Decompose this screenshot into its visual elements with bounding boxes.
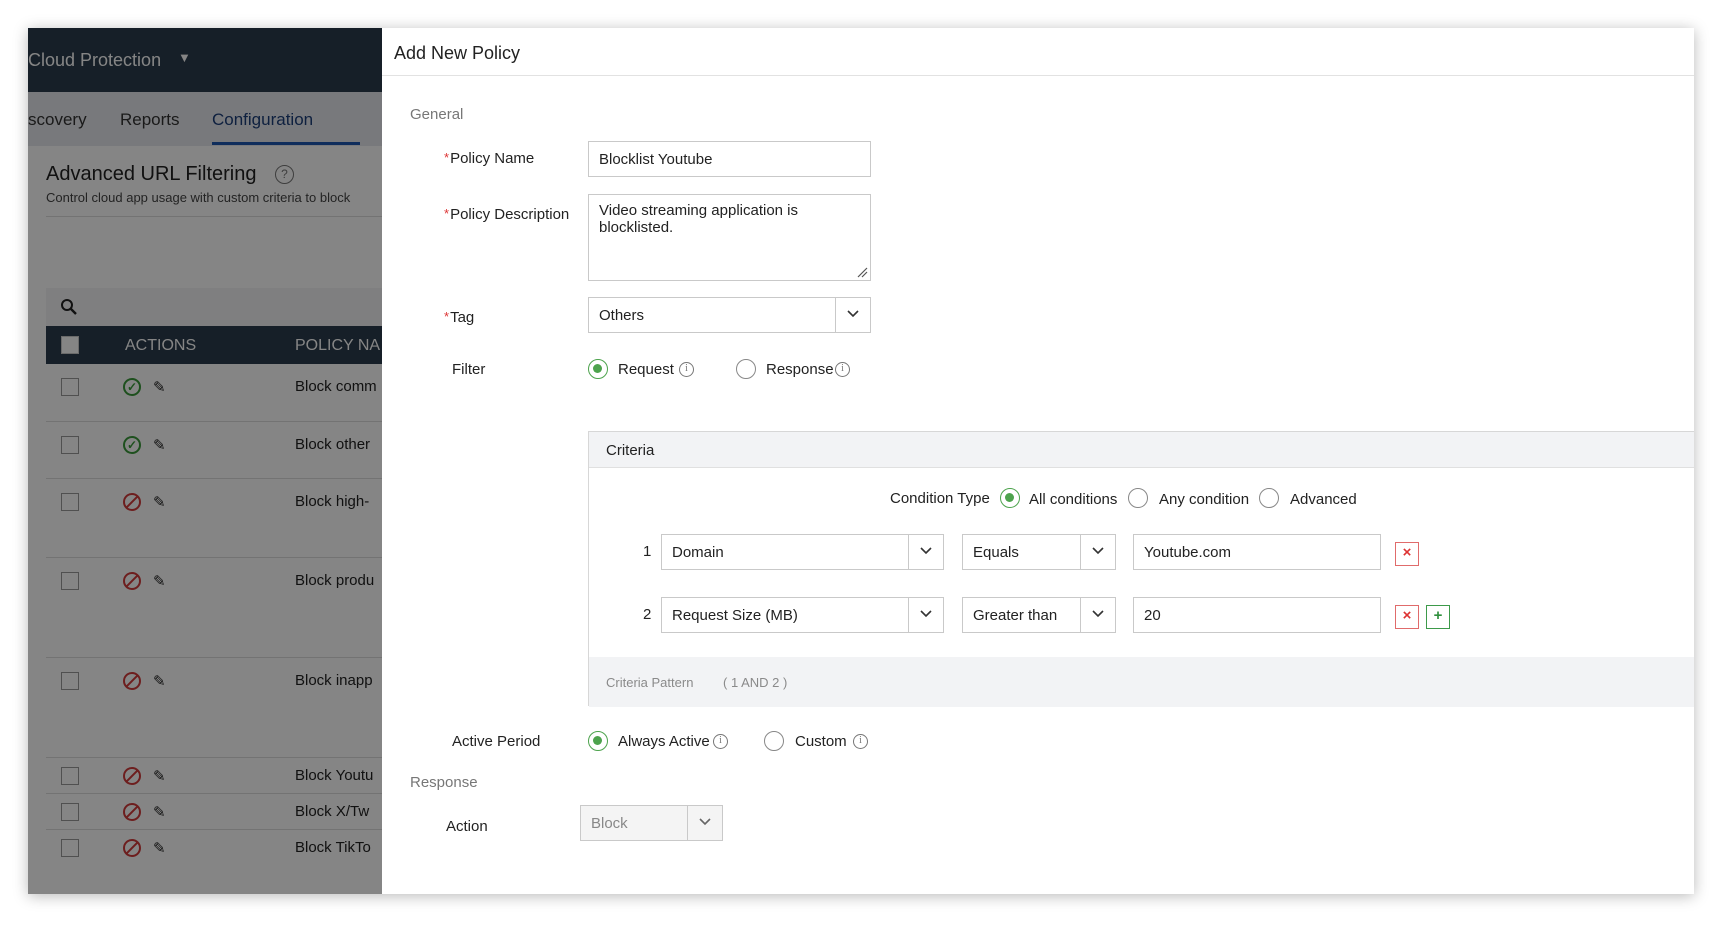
panel-header: Add New Policy — [382, 28, 1694, 76]
add-policy-panel: Add New Policy General *Policy Name Bloc… — [382, 28, 1694, 894]
policy-description-label: *Policy Description — [444, 206, 570, 223]
active-period-label: Active Period — [452, 733, 541, 750]
tag-label: *Tag — [444, 309, 475, 326]
criteria-operator-value: Greater than — [973, 607, 1058, 624]
condition-advanced-label[interactable]: Advanced — [1290, 491, 1357, 508]
action-select-value: Block — [591, 815, 628, 832]
info-icon[interactable]: i — [853, 734, 868, 749]
criteria-field-value: Domain — [672, 544, 724, 561]
info-icon[interactable]: i — [713, 734, 728, 749]
chevron-down-icon[interactable] — [908, 535, 943, 569]
criteria-operator-value: Equals — [973, 544, 1019, 561]
chevron-down-icon[interactable] — [908, 598, 943, 632]
criteria-box: Criteria Condition Type All conditions A… — [588, 431, 1694, 707]
condition-any-label[interactable]: Any condition — [1159, 491, 1249, 508]
filter-request-label[interactable]: Request — [618, 361, 674, 378]
condition-all-radio[interactable] — [1000, 488, 1020, 508]
tag-label-text: Tag — [450, 309, 475, 326]
custom-period-label[interactable]: Custom — [795, 733, 847, 750]
action-label: Action — [446, 818, 488, 835]
criteria-value-input[interactable]: Youtube.com — [1133, 534, 1381, 570]
filter-label: Filter — [452, 361, 486, 378]
criteria-field-select[interactable]: Domain — [661, 534, 944, 570]
action-select[interactable]: Block — [580, 805, 723, 841]
condition-all-label[interactable]: All conditions — [1029, 491, 1117, 508]
criteria-pattern-bar: Criteria Pattern ( 1 AND 2 ) — [589, 657, 1694, 707]
policy-name-input[interactable]: Blocklist Youtube — [588, 141, 871, 177]
screenshot-frame: Cloud Protection ▼ scovery Reports Confi… — [28, 28, 1694, 894]
chevron-down-icon[interactable] — [1080, 598, 1115, 632]
add-criteria-icon[interactable]: + — [1426, 605, 1450, 629]
criteria-row-number: 2 — [643, 606, 652, 623]
filter-request-radio[interactable] — [588, 359, 608, 379]
criteria-title: Criteria — [606, 442, 655, 459]
criteria-value-input[interactable]: 20 — [1133, 597, 1381, 633]
info-icon[interactable]: i — [835, 362, 850, 377]
criteria-field-value: Request Size (MB) — [672, 607, 798, 624]
remove-criteria-icon[interactable]: × — [1395, 605, 1419, 629]
filter-response-radio[interactable] — [736, 359, 756, 379]
always-active-label[interactable]: Always Active — [618, 733, 710, 750]
custom-period-radio[interactable] — [764, 731, 784, 751]
filter-response-label[interactable]: Response — [766, 361, 834, 378]
always-active-radio[interactable] — [588, 731, 608, 751]
policy-description-textarea[interactable]: Video streaming application is blocklist… — [588, 194, 871, 281]
panel-title: Add New Policy — [394, 43, 521, 63]
policy-description-label-text: Policy Description — [450, 206, 570, 223]
condition-type-label: Condition Type — [890, 490, 990, 507]
policy-name-label: *Policy Name — [444, 150, 535, 167]
chevron-down-icon[interactable] — [835, 298, 870, 332]
tag-select-value: Others — [599, 307, 645, 324]
info-icon[interactable]: i — [679, 362, 694, 377]
criteria-header: Criteria — [589, 432, 1694, 468]
remove-criteria-icon[interactable]: × — [1395, 542, 1419, 566]
resize-grip-icon[interactable] — [856, 266, 868, 278]
section-general: General — [410, 106, 464, 123]
criteria-pattern-value: ( 1 AND 2 ) — [723, 675, 788, 690]
criteria-operator-select[interactable]: Greater than — [962, 597, 1116, 633]
criteria-pattern-label: Criteria Pattern — [606, 675, 694, 690]
condition-any-radio[interactable] — [1128, 488, 1148, 508]
chevron-down-icon[interactable] — [1080, 535, 1115, 569]
modal-overlay[interactable] — [28, 28, 382, 894]
policy-name-label-text: Policy Name — [450, 150, 535, 167]
condition-advanced-radio[interactable] — [1259, 488, 1279, 508]
criteria-field-select[interactable]: Request Size (MB) — [661, 597, 944, 633]
policy-description-value: Video streaming application is blocklist… — [599, 202, 799, 236]
chevron-down-icon[interactable] — [687, 806, 722, 840]
criteria-operator-select[interactable]: Equals — [962, 534, 1116, 570]
section-response: Response — [410, 774, 478, 791]
criteria-row-number: 1 — [643, 543, 652, 560]
tag-select[interactable]: Others — [588, 297, 871, 333]
